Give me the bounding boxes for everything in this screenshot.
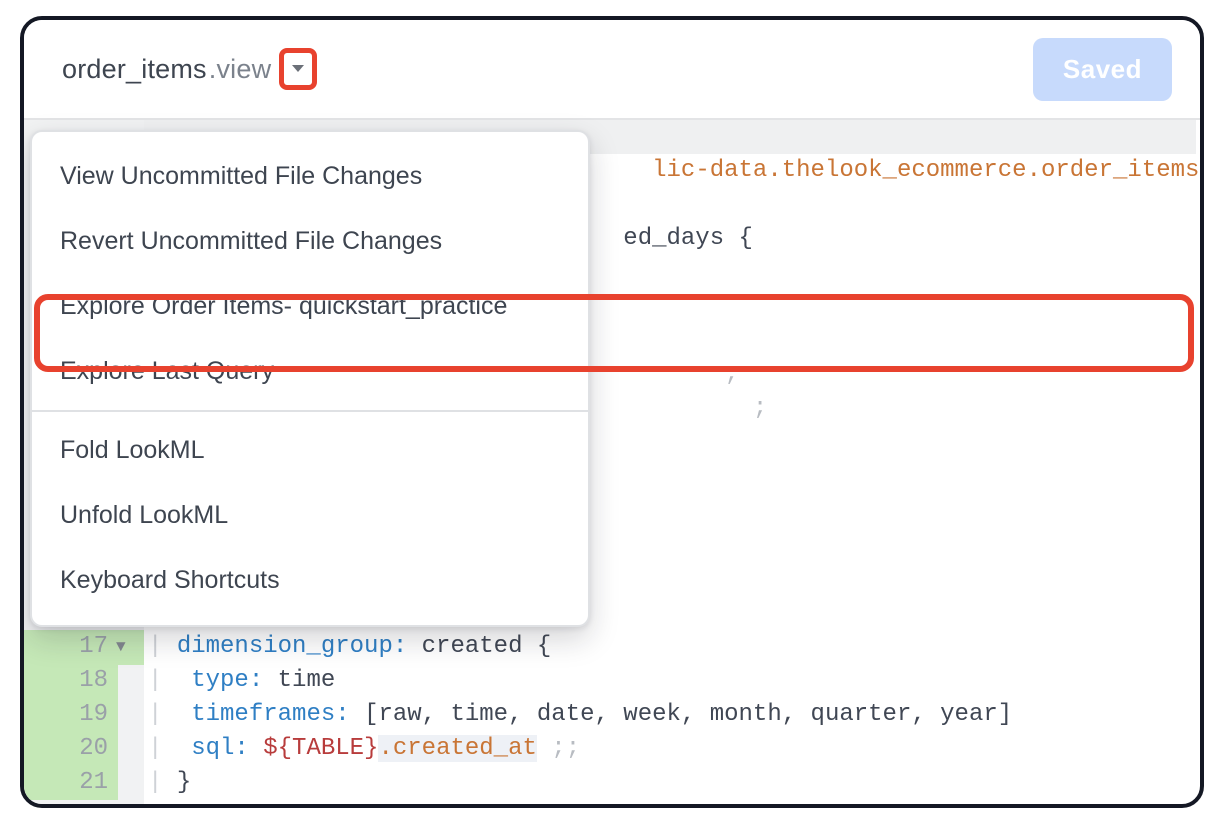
saved-button[interactable]: Saved (1033, 38, 1172, 101)
line-number: 17 (24, 630, 118, 664)
line-number: 20 (24, 732, 118, 766)
menu-item-view-uncommitted[interactable]: View Uncommitted File Changes (32, 144, 588, 209)
code-line: 17 ▼ | dimension_group: created { (24, 630, 1200, 664)
line-number: 21 (24, 766, 118, 800)
fold-toggle-icon[interactable]: ▼ (116, 638, 126, 656)
menu-item-keyboard-shortcuts[interactable]: Keyboard Shortcuts (32, 548, 588, 613)
code-line: 20 | sql: ${TABLE}.created_at ;; (24, 732, 1200, 766)
app-frame: order_items.view Saved sql_table_name: l… (20, 16, 1204, 808)
line-number: 18 (24, 664, 118, 698)
menu-item-explore-order-items[interactable]: Explore Order Items- quickstart_practice (32, 274, 588, 339)
caret-down-icon (291, 64, 305, 74)
file-dropdown-menu: View Uncommitted File Changes Revert Unc… (30, 130, 590, 627)
menu-item-explore-last-query[interactable]: Explore Last Query (32, 339, 588, 404)
line-number: 19 (24, 698, 118, 732)
file-header: order_items.view Saved (24, 20, 1200, 120)
menu-item-fold-lookml[interactable]: Fold LookML (32, 418, 588, 483)
file-dropdown-trigger[interactable] (279, 48, 317, 90)
menu-item-revert-uncommitted[interactable]: Revert Uncommitted File Changes (32, 209, 588, 274)
code-line: 21 | } (24, 766, 1200, 800)
file-extension: .view (209, 54, 272, 85)
file-tab[interactable]: order_items.view (62, 48, 317, 90)
code-line: 19 | timeframes: [raw, time, date, week,… (24, 698, 1200, 732)
file-basename: order_items (62, 54, 207, 85)
menu-item-unfold-lookml[interactable]: Unfold LookML (32, 483, 588, 548)
menu-divider (32, 410, 588, 412)
code-line: 18 | type: time (24, 664, 1200, 698)
